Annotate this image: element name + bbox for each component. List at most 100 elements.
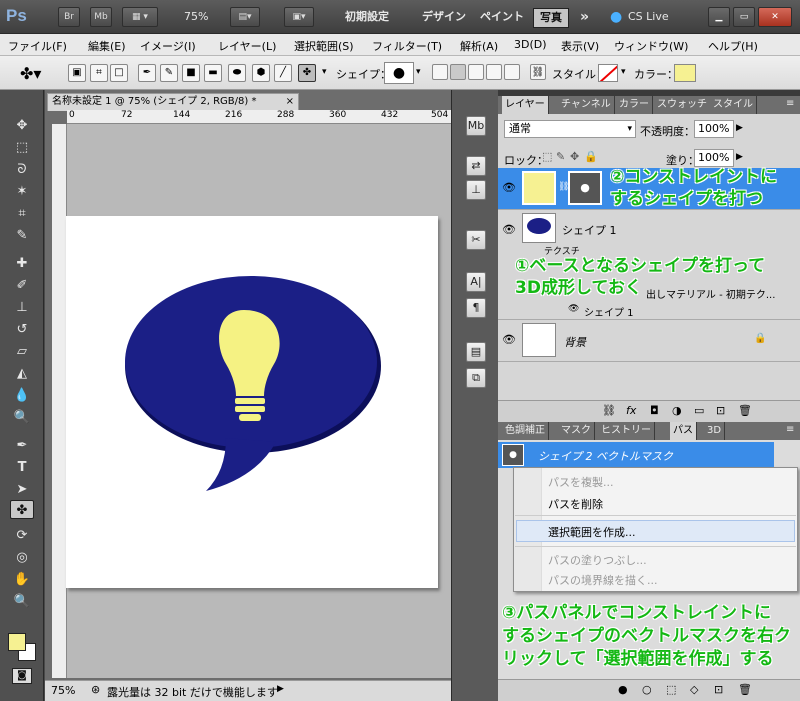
history-brush-tool[interactable]: ↺ [10,320,34,339]
visibility-eye-icon[interactable]: 👁 [502,333,516,346]
dodge-tool[interactable]: 🔍 [10,408,34,427]
paint-bucket-tool[interactable]: ◭ [10,364,34,383]
rectangle-option[interactable]: ■ [182,64,200,82]
fx-icon[interactable]: fx [626,404,636,417]
clone-stamp-tool[interactable]: ⊥ [10,298,34,317]
cs-live[interactable]: CS Live [628,8,669,26]
custom-shape-option[interactable]: ✤ [298,64,316,82]
lock-pixels-icon[interactable]: ✎ [556,150,565,163]
lock-position-icon[interactable]: ✥ [570,150,579,163]
fill-path-icon[interactable]: ● [618,683,628,696]
healing-brush-tool[interactable]: ✚ [10,254,34,273]
panel-menu-icon[interactable]: ≡ [786,424,794,435]
menu-duplicate-path[interactable]: パスを複製... [548,474,614,490]
menu-select[interactable]: 選択範囲(S) [294,38,354,54]
tab-paths[interactable]: パス [670,422,697,440]
ellipse-option[interactable]: ⬬ [228,64,246,82]
tab-styles[interactable]: スタイル [710,96,757,114]
visibility-eye-icon[interactable]: 👁 [502,223,516,236]
menu-image[interactable]: イメージ(I) [140,38,196,54]
new-layer-icon[interactable]: ⊡ [716,404,725,417]
tab-layers[interactable]: レイヤー [502,96,549,114]
paragraph-panel-button[interactable]: ¶ [466,298,486,318]
menu-delete-path[interactable]: パスを削除 [548,496,603,512]
tab-swatches[interactable]: スウォッチ [654,96,711,114]
opacity-slider-toggle[interactable]: ▶ [736,123,743,133]
info-panel-button[interactable]: ▤ [466,342,486,362]
menu-analysis[interactable]: 解析(A) [460,38,498,54]
lock-transparency-icon[interactable]: ⬚ [542,150,552,163]
menu-help[interactable]: ヘルプ(H) [708,38,758,54]
path-selection-tool[interactable]: ➤ [10,480,34,499]
menu-3d[interactable]: 3D(D) [514,38,547,51]
menu-make-selection[interactable]: 選択範囲を作成... [548,524,636,540]
tool-presets-button[interactable]: ✂ [466,230,486,250]
zoom-tool[interactable]: 🔍 [10,592,34,611]
menu-file[interactable]: ファイル(F) [8,38,67,54]
character-panel-button[interactable]: A| [466,272,486,292]
color-swatch[interactable] [674,64,696,82]
style-dropdown[interactable]: ▾ [621,67,626,77]
add-mask-icon[interactable]: ◘ [650,404,659,417]
shape-layers-mode[interactable]: ▣ [68,64,86,82]
history-panel-button[interactable]: ⇄ [466,156,486,176]
menu-stroke-path[interactable]: パスの境界線を描く... [548,572,658,588]
visibility-eye-icon[interactable]: 👁 [568,304,579,314]
document-tab[interactable]: 名称未設定 1 @ 75% (シェイプ 2, RGB/8) * × [47,93,299,111]
foreground-color[interactable] [8,633,26,651]
document-canvas[interactable] [66,216,438,588]
eraser-tool[interactable]: ▱ [10,342,34,361]
shape-picker-dropdown[interactable]: ▾ [416,67,421,77]
tab-adjustments[interactable]: 色調補正 [502,422,549,440]
clone-source-button[interactable]: ⧉ [466,368,486,388]
view-extras-button[interactable]: ▦ ▾ [122,7,158,27]
3d-orbit-tool[interactable]: ◎ [10,548,34,567]
menu-filter[interactable]: フィルター(T) [372,38,442,54]
pen-tool-option[interactable]: ✒ [138,64,156,82]
menu-layer[interactable]: レイヤー(L) [218,38,276,54]
menu-fill-path[interactable]: パスの塗りつぶし... [548,552,647,568]
workspace-design[interactable]: デザイン [422,8,466,26]
link-layers-icon[interactable]: ⛓ [602,404,616,417]
maximize-button[interactable]: ▭ [733,7,755,27]
new-path-icon[interactable]: ⊡ [714,683,723,696]
blend-mode-select[interactable]: 通常 ▾ [504,120,636,138]
subtract-from-shape-area[interactable] [468,64,484,80]
menu-edit[interactable]: 編集(E) [88,38,126,54]
status-menu-arrow[interactable]: ▶ [277,684,284,694]
shape-picker[interactable]: ● [384,62,414,84]
layer-row-background[interactable]: 👁 背景 🔒 [498,320,800,362]
status-zoom[interactable]: 75% [51,684,75,697]
zoom-level[interactable]: 75% [184,8,208,26]
bridge-button[interactable]: Br [58,7,80,27]
fill-pixels-mode[interactable]: □ [110,64,128,82]
tab-3d[interactable]: 3D [704,422,726,440]
move-tool[interactable]: ✥ [10,116,34,135]
tab-channels[interactable]: チャンネル [558,96,615,114]
tab-masks[interactable]: マスク [558,422,595,440]
intersect-shape-areas[interactable] [486,64,502,80]
close-document-button[interactable]: × [286,94,294,110]
pen-tool[interactable]: ✒ [10,436,34,455]
trash-icon[interactable]: 🗑 [738,404,752,417]
exclude-overlapping-shapes[interactable] [504,64,520,80]
workspace-essentials[interactable]: 初期設定 [345,8,389,26]
panel-menu-icon[interactable]: ≡ [786,98,794,109]
fill-slider-toggle[interactable]: ▶ [736,152,743,162]
menu-view[interactable]: 表示(V) [561,38,599,54]
stroke-path-icon[interactable]: ○ [642,683,652,696]
make-work-path-icon[interactable]: ◇ [690,683,698,696]
tab-history[interactable]: ヒストリー [598,422,655,440]
new-group-icon[interactable]: ▭ [694,404,704,417]
path-row[interactable]: ● シェイプ 2 ベクトルマスク [498,442,774,468]
quick-select-tool[interactable]: ✶ [10,182,34,201]
lock-all-icon[interactable]: 🔒 [584,150,598,163]
vector-mask-thumbnail[interactable]: ● [568,171,602,205]
workspace-photo[interactable]: 写真 [533,8,569,28]
menu-window[interactable]: ウィンドウ(W) [614,38,688,54]
adjustment-layer-icon[interactable]: ◑ [672,404,682,417]
line-option[interactable]: ╱ [274,64,292,82]
mini-bridge-panel-button[interactable]: Mb [466,116,486,136]
quick-mask-button[interactable]: ◙ [12,668,32,684]
fill-input[interactable]: 100% [694,149,734,167]
